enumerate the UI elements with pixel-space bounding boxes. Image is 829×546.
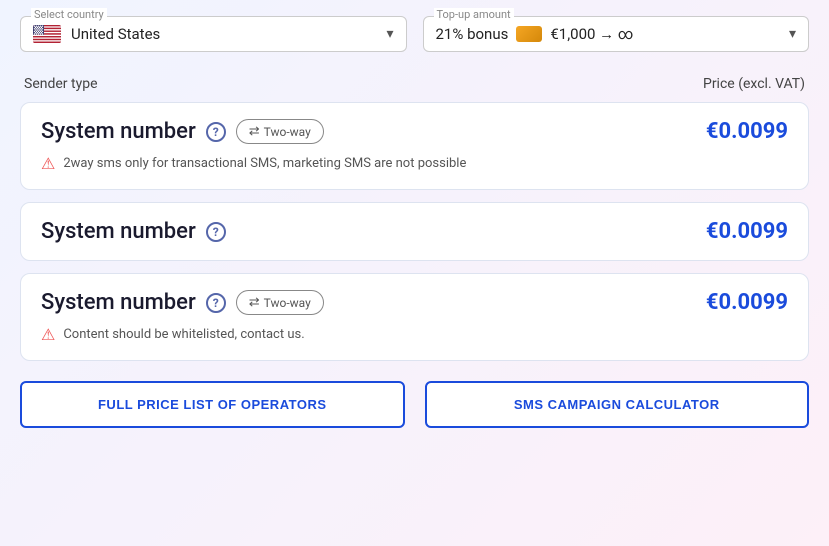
card-left-0: System number ? ⇄ Two-way [41,119,324,144]
two-way-arrow-icon-2: ⇄ [249,295,260,310]
warning-text-0: 2way sms only for transactional SMS, mar… [63,156,466,171]
bottom-buttons: FULL PRICE LIST OF OPERATORS SMS CAMPAIG… [20,381,809,428]
help-icon-1[interactable]: ? [206,222,226,242]
topup-select-wrapper[interactable]: Top-up amount 21% bonus €1,000 → ∞ ▾ [423,16,810,52]
sender-type-label: Sender type [24,76,98,92]
two-way-label-2: Two-way [264,296,311,310]
topup-select-inner[interactable]: 21% bonus €1,000 → ∞ ▾ [436,25,797,43]
cards-container: System number ? ⇄ Two-way €0.0099 ⚠ 2way… [20,102,809,361]
price-value-2: €0.0099 [706,290,788,315]
price-header-label: Price (excl. VAT) [703,76,805,92]
price-value-0: €0.0099 [706,119,788,144]
country-chevron-icon: ▾ [386,26,393,42]
us-flag-icon [33,25,61,43]
sender-type-name-2: System number [41,290,196,315]
price-value-1: €0.0099 [706,219,788,244]
warning-row-0: ⚠ 2way sms only for transactional SMS, m… [41,154,788,173]
card-row-2: System number ? ⇄ Two-way €0.0099 [41,290,788,315]
two-way-badge-2[interactable]: ⇄ Two-way [236,290,324,315]
help-icon-2[interactable]: ? [206,293,226,313]
country-select-wrapper[interactable]: Select country [20,16,407,52]
card-left-1: System number ? [41,219,226,244]
price-list-button[interactable]: FULL PRICE LIST OF OPERATORS [20,381,405,428]
sender-card-1: System number ? €0.0099 [20,202,809,261]
two-way-badge-0[interactable]: ⇄ Two-way [236,119,324,144]
country-select-label: Select country [31,8,107,21]
warning-icon-0: ⚠ [41,154,55,173]
warning-row-2: ⚠ Content should be whitelisted, contact… [41,325,788,344]
card-row-0: System number ? ⇄ Two-way €0.0099 [41,119,788,144]
country-value: United States [71,25,376,43]
sender-card-0: System number ? ⇄ Two-way €0.0099 ⚠ 2way… [20,102,809,190]
help-icon-0[interactable]: ? [206,122,226,142]
two-way-arrow-icon-0: ⇄ [249,124,260,139]
card-row-1: System number ? €0.0099 [41,219,788,244]
topup-chevron-icon: ▾ [789,26,796,42]
sender-type-header: Sender type Price (excl. VAT) [20,76,809,92]
sender-type-name-0: System number [41,119,196,144]
calculator-button[interactable]: SMS CAMPAIGN CALCULATOR [425,381,810,428]
two-way-label-0: Two-way [264,125,311,139]
card-left-2: System number ? ⇄ Two-way [41,290,324,315]
sender-card-2: System number ? ⇄ Two-way €0.0099 ⚠ Cont… [20,273,809,361]
warning-icon-2: ⚠ [41,325,55,344]
sender-type-name-1: System number [41,219,196,244]
topup-select-label: Top-up amount [434,8,514,21]
topup-amount: €1,000 → ∞ [550,25,633,43]
credit-card-icon [516,26,542,42]
warning-text-2: Content should be whitelisted, contact u… [63,327,304,342]
country-select-inner[interactable]: United States ▾ [33,25,394,43]
topup-bonus: 21% bonus [436,25,509,43]
